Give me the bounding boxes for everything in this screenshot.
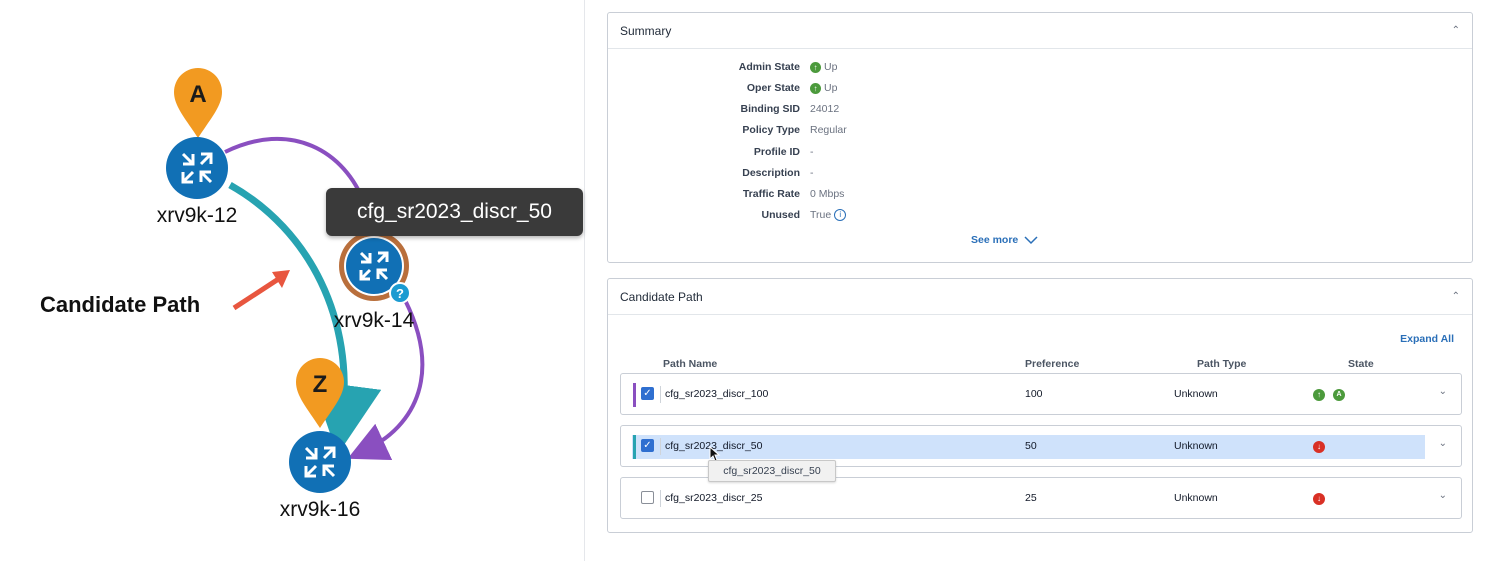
path-name: cfg_sr2023_discr_100	[665, 388, 769, 400]
router-icon[interactable]	[166, 137, 228, 199]
chevron-down-icon[interactable]: ⌄	[1439, 438, 1447, 449]
svg-text:Z: Z	[313, 371, 328, 398]
column-header-preference: Preference	[1025, 358, 1080, 370]
column-header-state: State	[1348, 358, 1374, 370]
field-traffic-rate: Traffic Rate 0 Mbps	[742, 188, 845, 200]
marker-a-icon[interactable]: A	[174, 68, 222, 138]
svg-text:A: A	[189, 81, 206, 108]
topology-canvas: A ? Z xrv9k-12 xrv9k-14 xrv9k-16	[157, 68, 425, 521]
node-label-xrv9k-14: xrv9k-14	[334, 309, 415, 332]
up-arrow-icon: ↑	[810, 61, 821, 73]
router-icon[interactable]	[289, 431, 351, 493]
node-tooltip: cfg_sr2023_discr_50	[326, 188, 583, 236]
path-row[interactable]: ✓ cfg_sr2023_discr_100 100 Unknown ↑ A ⌄	[620, 373, 1462, 415]
question-badge-icon[interactable]: ?	[389, 282, 411, 304]
field-description: Description -	[742, 167, 814, 179]
chevron-down-icon[interactable]: ⌄	[1439, 386, 1447, 397]
see-more-link[interactable]: See more	[971, 234, 1038, 246]
column-header-path-type: Path Type	[1197, 358, 1247, 370]
up-arrow-icon: ↑	[810, 82, 821, 94]
svg-text:?: ?	[396, 286, 404, 301]
up-arrow-icon: ↑	[1313, 389, 1325, 401]
path-name-tooltip: cfg_sr2023_discr_50	[708, 460, 836, 482]
candidate-path-callout: Candidate Path	[40, 292, 201, 317]
column-header-path-name: Path Name	[663, 358, 718, 370]
chevron-down-icon[interactable]: ⌄	[1439, 490, 1447, 501]
summary-header[interactable]: Summary ⌃	[608, 13, 1472, 49]
path-type: Unknown	[1174, 492, 1218, 504]
path-type: Unknown	[1174, 388, 1218, 400]
field-binding-sid: Binding SID 24012	[740, 103, 840, 115]
down-arrow-icon: ↓	[1313, 441, 1325, 453]
path-checkbox[interactable]: ✓	[641, 387, 654, 400]
path-preference: 100	[1025, 388, 1043, 400]
field-policy-type: Policy Type Regular	[742, 124, 847, 136]
field-oper-state: Oper State ↑ Up	[746, 82, 838, 94]
summary-card: Summary ⌃ Admin State ↑ Up Oper State ↑ Up…	[607, 12, 1473, 263]
candidate-path-card: Candidate Path ⌃ Expand All Path Name Pr…	[607, 278, 1473, 533]
path-row[interactable]: cfg_sr2023_discr_25 25 Unknown ↓ ⌄	[620, 477, 1462, 519]
chevron-up-icon[interactable]: ⌃	[1452, 25, 1460, 36]
callout-arrow	[232, 275, 282, 311]
path-preference: 25	[1025, 492, 1037, 504]
node-label-xrv9k-16: xrv9k-16	[280, 498, 361, 521]
path-name: cfg_sr2023_discr_25	[665, 492, 763, 504]
down-arrow-icon: ↓	[1313, 493, 1325, 505]
candidate-path-title: Candidate Path	[620, 289, 703, 304]
marker-z-icon[interactable]: Z	[296, 358, 344, 428]
path-type: Unknown	[1174, 440, 1218, 452]
field-unused: Unused True i	[608, 209, 1472, 230]
details-panel: Summary ⌃ Admin State ↑ Up Oper State ↑ Up…	[586, 0, 1493, 561]
active-icon: A	[1333, 389, 1345, 401]
summary-title: Summary	[620, 23, 672, 38]
chevron-up-icon[interactable]: ⌃	[1452, 291, 1460, 302]
node-label-xrv9k-12: xrv9k-12	[157, 204, 238, 227]
field-profile-id: Profile ID -	[753, 146, 814, 158]
info-icon[interactable]: i	[834, 209, 847, 221]
path-checkbox[interactable]: ✓	[641, 439, 654, 452]
field-admin-state: Admin State ↑ Up	[738, 61, 838, 73]
expand-all-link[interactable]: Expand All	[1400, 333, 1454, 345]
candidate-path-header[interactable]: Candidate Path ⌃	[608, 279, 1472, 315]
path-color-bar	[633, 435, 636, 459]
topology-view[interactable]: A ? Z xrv9k-12 xrv9k-14 xrv9k-16 cfg_sr2…	[0, 0, 585, 561]
chevron-down-icon	[1024, 235, 1038, 244]
path-preference: 50	[1025, 440, 1037, 452]
path-color-bar	[633, 383, 636, 407]
path-checkbox[interactable]	[641, 491, 654, 504]
